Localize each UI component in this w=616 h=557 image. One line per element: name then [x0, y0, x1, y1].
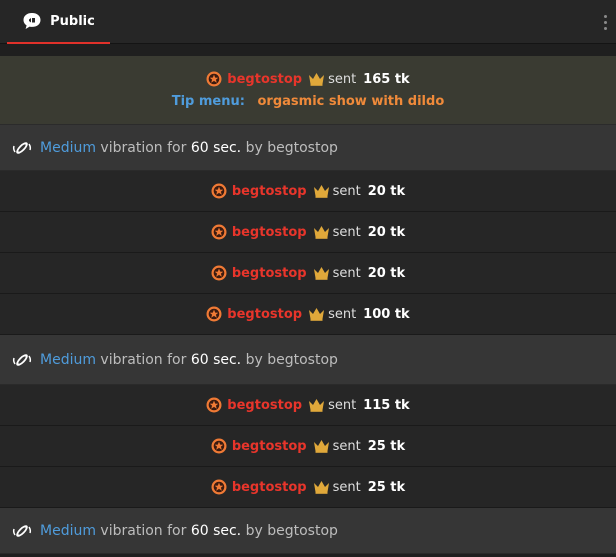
kebab-dot-icon: [603, 20, 607, 24]
vibration-username[interactable]: begtostop: [267, 140, 338, 156]
tip-message: begtostop sent 115 tk: [0, 385, 616, 426]
vibration-text: Medium vibration for 60 sec. by begtosto…: [40, 352, 338, 368]
username[interactable]: begtostop: [227, 398, 302, 413]
tip-message: begtostop sent 20 tk: [0, 171, 616, 212]
sent-label: sent: [332, 224, 361, 240]
user-badge-star-icon: [211, 265, 227, 281]
chat-header: Public: [0, 0, 616, 44]
sent-label: sent: [328, 397, 357, 413]
vibration-level: Medium: [40, 351, 96, 368]
tip-message-line: begtostop sent 25 tk: [211, 438, 405, 454]
vibration-by-label: by: [241, 522, 268, 539]
vibration-text-mid: vibration for: [95, 139, 191, 156]
more-options-button[interactable]: [600, 10, 610, 34]
crown-icon: [313, 440, 329, 453]
tip-amount: 25 tk: [367, 479, 406, 495]
vibration-duration: 60 sec.: [190, 139, 242, 156]
vibration-by-label: by: [241, 351, 268, 368]
tip-message: begtostop sent 100 tk: [0, 294, 616, 335]
tip-amount: 20 tk: [367, 183, 406, 199]
crown-icon: [313, 185, 329, 198]
vibration-message: Medium vibration for 60 sec. by begtosto…: [0, 508, 616, 554]
user-badge-star-icon: [211, 479, 227, 495]
tip-message-line: begtostop sent 165 tk: [206, 71, 410, 87]
crown-icon: [309, 308, 325, 321]
tip-message-line: begtostop sent 25 tk: [211, 479, 405, 495]
vibration-duration: 60 sec.: [190, 351, 242, 368]
tip-message-line: begtostop sent 20 tk: [211, 265, 405, 281]
user-badge-star-icon: [211, 438, 227, 454]
tip-message: begtostop sent 25 tk: [0, 467, 616, 508]
user-badge-star-icon: [206, 306, 222, 322]
sent-label: sent: [332, 183, 361, 199]
sent-label: sent: [328, 71, 357, 87]
username[interactable]: begtostop: [232, 266, 307, 281]
tip-amount: 20 tk: [367, 265, 406, 281]
kebab-dot-icon: [603, 14, 607, 18]
sent-label: sent: [332, 438, 361, 454]
username[interactable]: begtostop: [232, 225, 307, 240]
tip-message: begtostop sent 25 tk: [0, 426, 616, 467]
tab-public-label: Public: [50, 13, 95, 29]
crown-icon: [313, 267, 329, 280]
tip-message-line: begtostop sent 100 tk: [206, 306, 410, 322]
crown-icon: [309, 73, 325, 86]
sent-label: sent: [328, 306, 357, 322]
user-badge-star-icon: [211, 183, 227, 199]
vibration-duration: 60 sec.: [190, 522, 242, 539]
username[interactable]: begtostop: [227, 72, 302, 87]
username[interactable]: begtostop: [232, 184, 307, 199]
tip-menu-line: Tip menu: orgasmic show with dildo: [172, 94, 445, 109]
tip-message-line: begtostop sent 20 tk: [211, 224, 405, 240]
vibration-level: Medium: [40, 139, 96, 156]
tab-public[interactable]: Public: [7, 0, 110, 44]
vibration-message: Medium vibration for 60 sec. by begtosto…: [0, 335, 616, 385]
tip-message-line: begtostop sent 115 tk: [206, 397, 410, 413]
vibration-icon: [12, 353, 32, 366]
tip-menu-message: begtostop sent 165 tk Tip menu: orgasmic…: [0, 56, 616, 125]
user-badge-star-icon: [206, 71, 222, 87]
tip-amount: 165 tk: [363, 71, 410, 87]
vibration-text-mid: vibration for: [95, 522, 191, 539]
vibration-text: Medium vibration for 60 sec. by begtosto…: [40, 523, 338, 539]
sent-label: sent: [332, 479, 361, 495]
chat-bubble-icon: [23, 13, 41, 29]
vibration-icon: [12, 141, 32, 154]
crown-icon: [313, 226, 329, 239]
username[interactable]: begtostop: [227, 307, 302, 322]
vibration-text: Medium vibration for 60 sec. by begtosto…: [40, 140, 338, 156]
crown-icon: [309, 399, 325, 412]
vibration-by-label: by: [241, 139, 268, 156]
tip-message: begtostop sent 20 tk: [0, 212, 616, 253]
sent-label: sent: [332, 265, 361, 281]
user-badge-star-icon: [206, 397, 222, 413]
tip-message-line: begtostop sent 20 tk: [211, 183, 405, 199]
username[interactable]: begtostop: [232, 439, 307, 454]
tip-menu-label: Tip menu:: [171, 94, 245, 109]
vibration-text-mid: vibration for: [95, 351, 191, 368]
tip-amount: 25 tk: [367, 438, 406, 454]
username[interactable]: begtostop: [232, 480, 307, 495]
tip-message: begtostop sent 20 tk: [0, 253, 616, 294]
tip-amount: 115 tk: [363, 397, 410, 413]
vibration-username[interactable]: begtostop: [267, 352, 338, 368]
tip-menu-item: orgasmic show with dildo: [257, 94, 445, 109]
vibration-username[interactable]: begtostop: [267, 523, 338, 539]
vibration-level: Medium: [40, 522, 96, 539]
chat-feed: Medium vibration for 60 sec. by begtosto…: [0, 125, 616, 554]
vibration-message: Medium vibration for 60 sec. by begtosto…: [0, 125, 616, 171]
tip-amount: 20 tk: [367, 224, 406, 240]
kebab-dot-icon: [603, 26, 607, 30]
user-badge-star-icon: [211, 224, 227, 240]
vibration-icon: [12, 524, 32, 537]
tip-amount: 100 tk: [363, 306, 410, 322]
crown-icon: [313, 481, 329, 494]
